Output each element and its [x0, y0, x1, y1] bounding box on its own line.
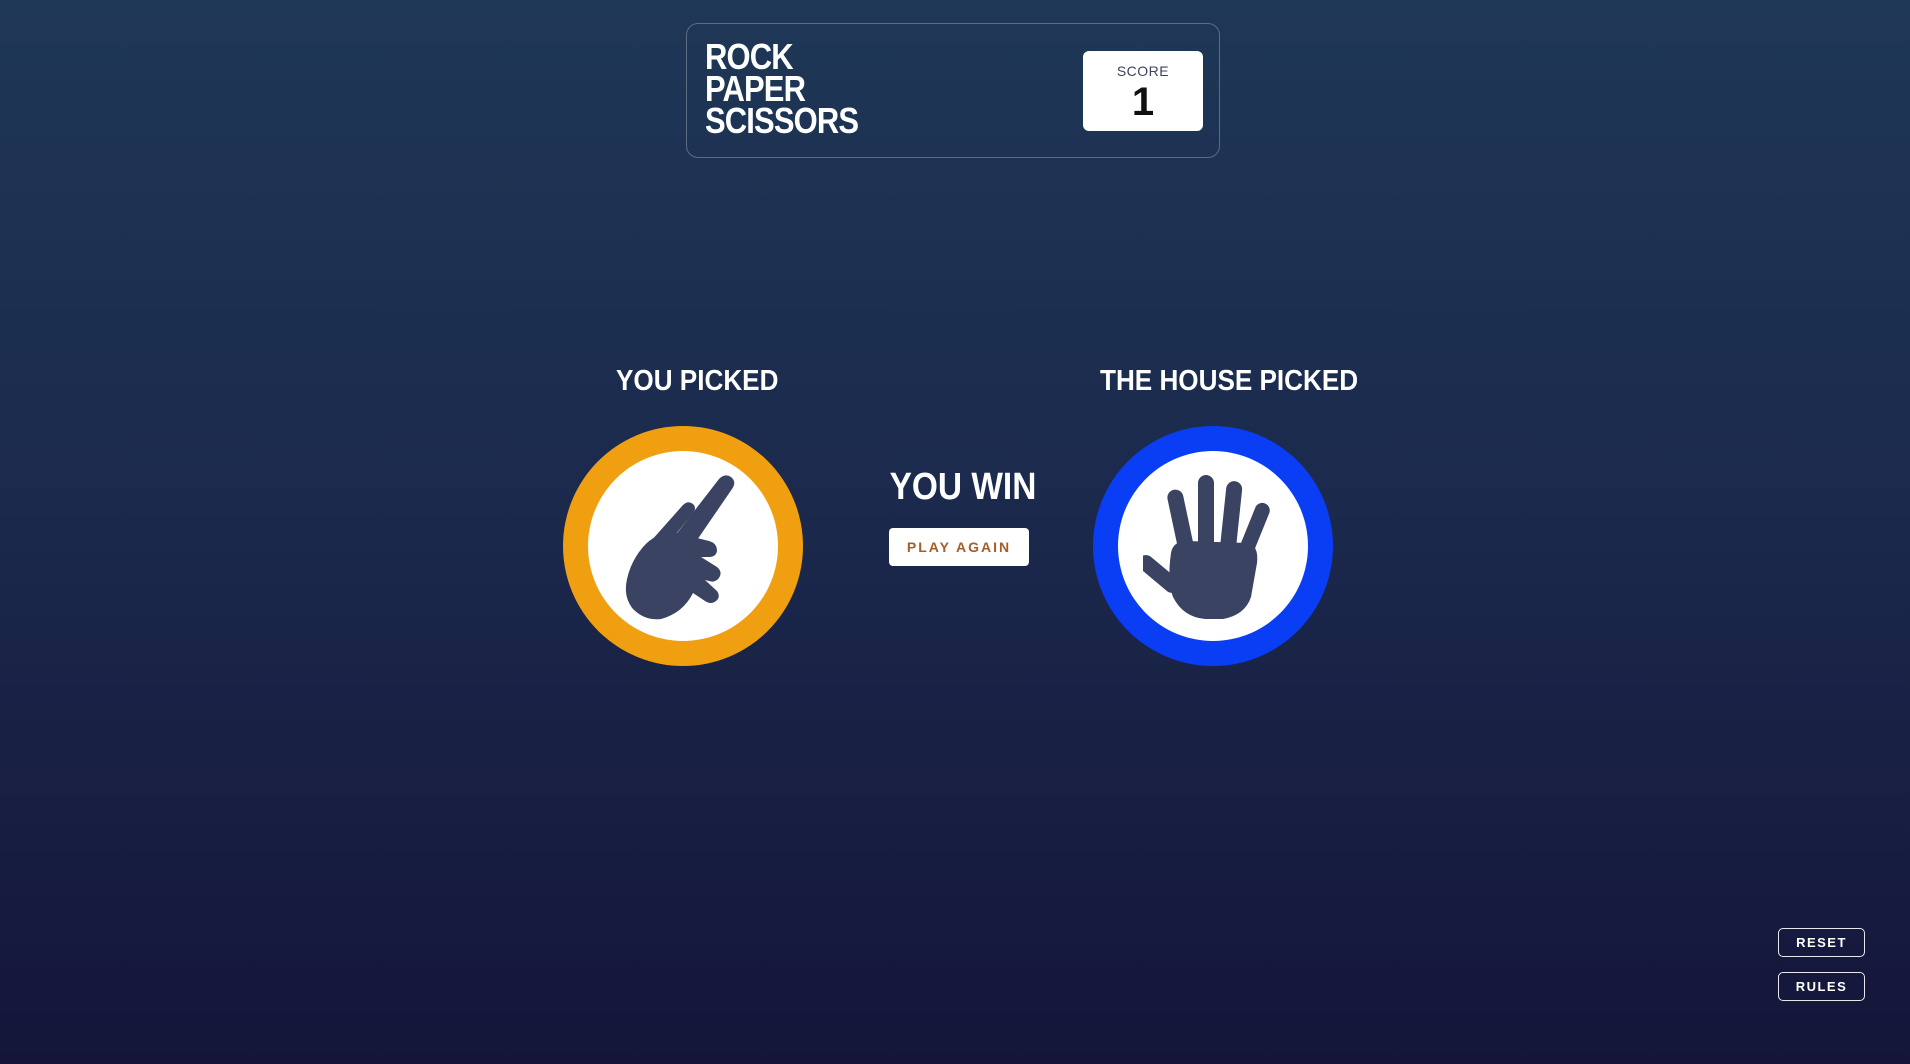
player-token-inner: [588, 451, 778, 641]
result-text: YOU WIN: [889, 466, 1037, 508]
player-token-scissors: [563, 426, 803, 666]
house-token-inner: [1118, 451, 1308, 641]
paper-hand-icon: [1143, 475, 1270, 619]
rules-button[interactable]: RULES: [1778, 972, 1865, 1001]
player-pick-label: YOU PICKED: [616, 365, 779, 397]
title-line-scissors: SCISSORS: [705, 100, 859, 141]
play-again-button[interactable]: PLAY AGAIN: [889, 528, 1029, 566]
score-label: SCORE: [1116, 63, 1170, 79]
result-panel: YOU WIN PLAY AGAIN: [880, 466, 1040, 566]
score-value: 1: [1131, 80, 1155, 124]
scissors-hand-icon: [625, 475, 735, 620]
reset-button[interactable]: RESET: [1778, 928, 1865, 957]
house-token-paper: [1093, 426, 1333, 666]
house-pick-label: THE HOUSE PICKED: [1100, 365, 1359, 397]
score-box: SCORE 1: [1083, 51, 1203, 131]
game-header: ROCK PAPER SCISSORS SCORE 1: [686, 23, 1220, 158]
game-title: ROCK PAPER SCISSORS: [705, 39, 859, 141]
